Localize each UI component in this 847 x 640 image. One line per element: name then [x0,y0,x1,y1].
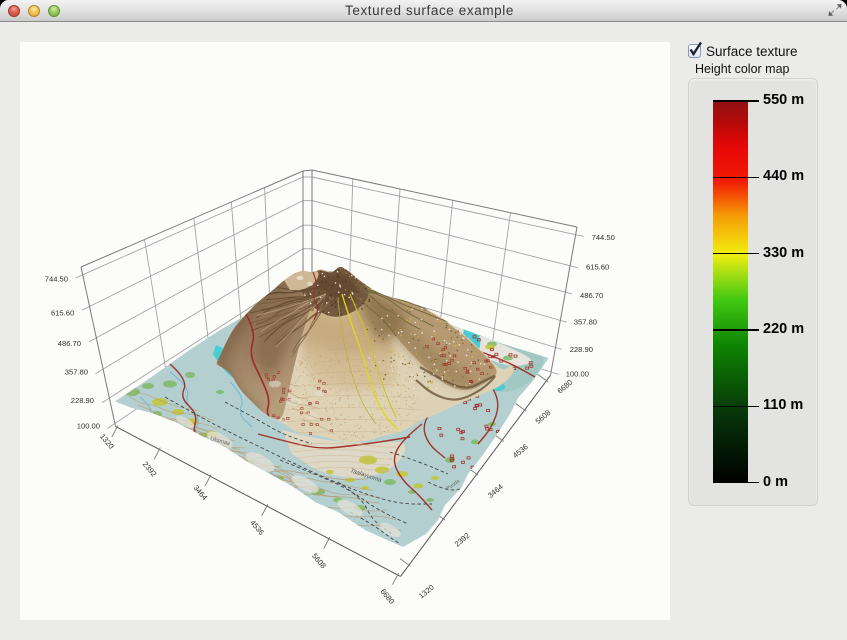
svg-text:357.80: 357.80 [574,318,597,327]
svg-text:615.60: 615.60 [586,263,609,272]
svg-text:486.70: 486.70 [580,291,603,300]
svg-text:5608: 5608 [310,552,328,571]
svg-text:3464: 3464 [486,482,505,500]
svg-text:6680: 6680 [379,587,397,606]
svg-text:100.00: 100.00 [77,422,100,431]
svg-text:357.80: 357.80 [65,368,88,377]
svg-text:228.90: 228.90 [570,345,593,354]
svg-text:6680: 6680 [556,378,575,396]
svg-text:3464: 3464 [192,483,210,502]
svg-text:744.50: 744.50 [592,233,615,242]
svg-text:615.60: 615.60 [51,309,74,318]
svg-text:228.90: 228.90 [71,396,94,405]
svg-text:2392: 2392 [141,460,159,479]
svg-text:2392: 2392 [453,531,472,549]
svg-text:744.50: 744.50 [45,275,68,284]
svg-text:5608: 5608 [534,408,553,426]
svg-text:100.00: 100.00 [566,369,589,378]
svg-text:1320: 1320 [417,583,436,601]
svg-text:486.70: 486.70 [58,339,81,348]
svg-text:4536: 4536 [511,442,530,460]
svg-text:4536: 4536 [248,518,266,537]
